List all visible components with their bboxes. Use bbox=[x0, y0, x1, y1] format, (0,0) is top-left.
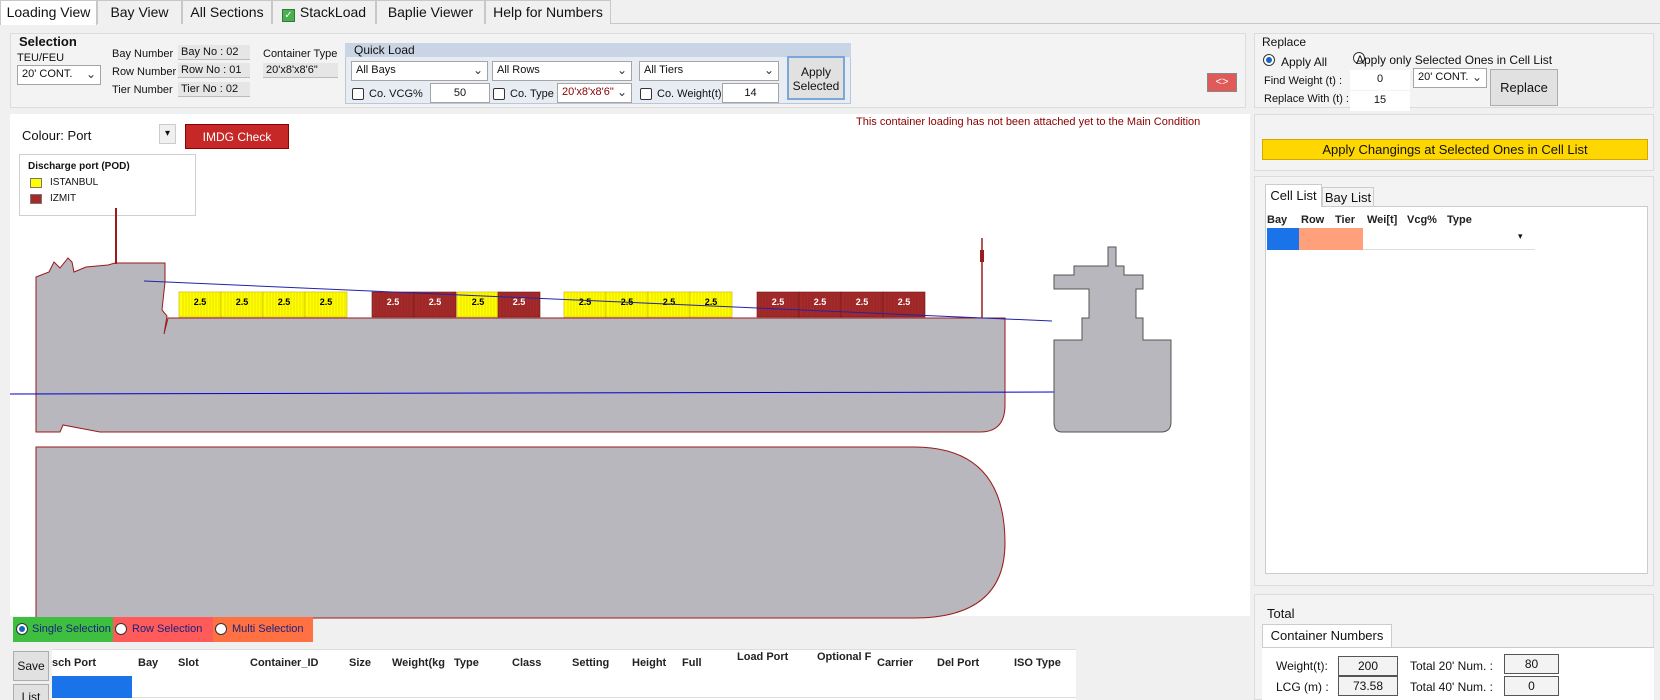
grid-header[interactable]: sch Port bbox=[52, 657, 112, 669]
cell-list-header[interactable]: Wei[t] bbox=[1367, 214, 1397, 226]
list-button[interactable]: List bbox=[13, 684, 49, 700]
cell-list-header[interactable]: Vcg% bbox=[1407, 214, 1437, 226]
total-40-label: Total 40' Num. : bbox=[1410, 680, 1493, 694]
cell-list-header[interactable]: Type bbox=[1447, 214, 1472, 226]
container-weight-label: 2.5 bbox=[898, 297, 911, 307]
grid-header[interactable]: Full bbox=[682, 657, 742, 669]
replace-with-label: Replace With (t) : bbox=[1264, 93, 1349, 105]
container-weight-label: 2.5 bbox=[579, 297, 592, 307]
weight-total-label: Weight(t): bbox=[1276, 659, 1328, 673]
chevron-down-icon[interactable]: ▾ bbox=[1518, 231, 1523, 242]
container-weight-label: 2.5 bbox=[387, 297, 400, 307]
tab-label: Bay List bbox=[1324, 190, 1372, 205]
save-button[interactable]: Save bbox=[13, 651, 49, 681]
ship-plan-view bbox=[35, 446, 1006, 619]
totals-title: Total bbox=[1267, 606, 1295, 621]
chevron-down-icon: ⌄ bbox=[1471, 70, 1482, 84]
row-selection-label: Row Selection bbox=[132, 623, 203, 635]
find-weight-label: Find Weight (t) : bbox=[1264, 75, 1343, 87]
grid-header[interactable]: Class bbox=[512, 657, 572, 669]
ship-side-profile bbox=[35, 257, 1006, 433]
container-stack: 2.5 2.5 2.5 2.5 2.5 2.5 2.5 2.5 2.5 2.5 2.5 2.5 2.5 2… bbox=[178, 291, 926, 318]
single-selection-radio[interactable] bbox=[16, 623, 28, 635]
single-selection-label: Single Selection bbox=[32, 623, 111, 635]
grid-header[interactable]: Optional F bbox=[817, 651, 877, 663]
ship-end-view bbox=[1053, 246, 1172, 433]
container-weight-label: 2.5 bbox=[278, 297, 291, 307]
cell-list-header[interactable]: Bay bbox=[1267, 214, 1287, 226]
grid-header[interactable]: Weight(kg bbox=[392, 657, 452, 669]
tab-cell-list[interactable]: Cell List bbox=[1265, 184, 1322, 207]
grid-header[interactable]: Container_ID bbox=[250, 657, 318, 669]
grid-header[interactable]: Load Port bbox=[737, 651, 797, 663]
replace-button[interactable]: Replace bbox=[1490, 69, 1558, 106]
multi-selection-label: Multi Selection bbox=[232, 623, 304, 635]
tab-label: Cell List bbox=[1270, 188, 1317, 203]
cell-list-rest[interactable] bbox=[1363, 228, 1535, 250]
weight-total-value: 200 bbox=[1338, 656, 1398, 676]
total-20-value: 80 bbox=[1504, 654, 1559, 674]
ship-drawing: 2.5 2.5 2.5 2.5 2.5 2.5 2.5 2.5 2.5 2.5 2.5 2.5 2.5 2… bbox=[9, 208, 1172, 619]
grid-header[interactable]: Type bbox=[454, 657, 514, 669]
apply-changes-button[interactable]: Apply Changings at Selected Ones in Cell… bbox=[1262, 139, 1648, 160]
mast-light bbox=[980, 250, 984, 262]
grid-header[interactable]: Slot bbox=[178, 657, 238, 669]
row-selection-radio[interactable] bbox=[115, 623, 127, 635]
cell-list-bay-cell[interactable] bbox=[1267, 228, 1299, 250]
total-20-label: Total 20' Num. : bbox=[1410, 659, 1493, 673]
apply-all-radio[interactable] bbox=[1263, 54, 1275, 66]
single-selection-mode[interactable]: Single Selection bbox=[13, 617, 113, 642]
find-type-select[interactable]: 20' CONT. ⌄ bbox=[1413, 68, 1487, 88]
grid-active-cell[interactable] bbox=[52, 676, 132, 698]
replace-title: Replace bbox=[1262, 35, 1307, 49]
tab-container-numbers[interactable]: Container Numbers bbox=[1262, 624, 1392, 648]
lcg-value: 73.58 bbox=[1338, 676, 1398, 696]
grid-new-row[interactable] bbox=[132, 676, 1076, 698]
total-40-value: 0 bbox=[1504, 676, 1559, 696]
cell-list-header[interactable]: Row bbox=[1301, 214, 1324, 226]
tab-loading-view[interactable]: Loading View bbox=[0, 0, 97, 25]
grid-header[interactable]: Setting bbox=[572, 657, 632, 669]
container-weight-label: 2.5 bbox=[320, 297, 333, 307]
container-weight-label: 2.5 bbox=[429, 297, 442, 307]
find-type-value: 20' CONT. bbox=[1418, 71, 1469, 83]
tab-label: Container Numbers bbox=[1270, 628, 1384, 643]
container-weight-label: 2.5 bbox=[772, 297, 785, 307]
container-weight-label: 2.5 bbox=[513, 297, 526, 307]
apply-all-label: Apply All bbox=[1281, 55, 1328, 69]
grid-header-row: sch Port Bay Slot Container_ID Size Weight(kg… bbox=[52, 650, 1076, 676]
apply-selected-label: Apply only Selected Ones in Cell List bbox=[1356, 53, 1553, 67]
lcg-label: LCG (m) : bbox=[1276, 680, 1329, 694]
multi-selection-mode[interactable]: Multi Selection bbox=[213, 617, 313, 642]
find-weight-input[interactable]: 0 bbox=[1350, 70, 1410, 90]
cell-list-grid bbox=[1265, 206, 1648, 574]
tab-label: Loading View bbox=[6, 4, 91, 20]
tab-bay-list[interactable]: Bay List bbox=[1322, 187, 1374, 207]
cell-list-header[interactable]: Tier bbox=[1335, 214, 1355, 226]
container-weight-label: 2.5 bbox=[814, 297, 827, 307]
row-selection-mode[interactable]: Row Selection bbox=[113, 617, 213, 642]
replace-with-input[interactable]: 15 bbox=[1350, 91, 1410, 111]
grid-header[interactable]: ISO Type bbox=[1014, 657, 1074, 669]
container-weight-label: 2.5 bbox=[236, 297, 249, 307]
container-weight-label: 2.5 bbox=[472, 297, 485, 307]
multi-selection-radio[interactable] bbox=[215, 623, 227, 635]
cell-list-header-row: Bay Row Tier Wei[t] Vcg% Type bbox=[1267, 214, 1537, 228]
container-weight-label: 2.5 bbox=[194, 297, 207, 307]
container-weight-label: 2.5 bbox=[663, 297, 676, 307]
container-weight-label: 2.5 bbox=[856, 297, 869, 307]
grid-header[interactable]: Del Port bbox=[937, 657, 997, 669]
cell-list-row-cell[interactable] bbox=[1299, 228, 1363, 250]
grid-header[interactable]: Carrier bbox=[877, 657, 937, 669]
